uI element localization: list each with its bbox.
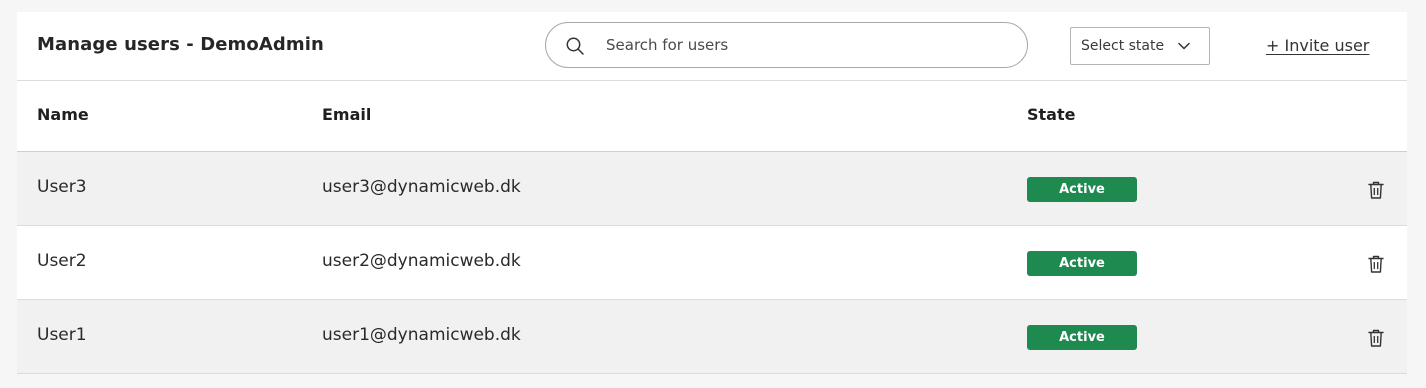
panel-header: Manage users - DemoAdmin Select state + …: [17, 12, 1407, 81]
state-select[interactable]: Select state: [1070, 27, 1210, 65]
user-name: User3: [37, 177, 87, 197]
status-badge: Active: [1027, 177, 1137, 202]
column-header-name: Name: [37, 105, 89, 124]
user-email: user1@dynamicweb.dk: [322, 325, 521, 345]
trash-icon[interactable]: [1367, 254, 1385, 274]
table-row[interactable]: User1 user1@dynamicweb.dk Active: [17, 300, 1407, 374]
trash-icon[interactable]: [1367, 328, 1385, 348]
table-row[interactable]: User2 user2@dynamicweb.dk Active: [17, 226, 1407, 300]
table-header: Name Email State: [17, 81, 1407, 152]
column-header-email: Email: [322, 105, 372, 124]
search-box[interactable]: [545, 22, 1028, 68]
status-badge: Active: [1027, 251, 1137, 276]
trash-icon[interactable]: [1367, 180, 1385, 200]
column-header-state: State: [1027, 105, 1076, 124]
chevron-down-icon: [1178, 42, 1190, 50]
table-row[interactable]: User3 user3@dynamicweb.dk Active: [17, 152, 1407, 226]
user-name: User1: [37, 325, 87, 345]
page-title: Manage users - DemoAdmin: [37, 34, 324, 55]
user-name: User2: [37, 251, 87, 271]
manage-users-panel: Manage users - DemoAdmin Select state + …: [17, 12, 1407, 374]
search-icon: [566, 37, 584, 55]
user-email: user3@dynamicweb.dk: [322, 177, 521, 197]
user-email: user2@dynamicweb.dk: [322, 251, 521, 271]
state-select-label: Select state: [1081, 38, 1165, 54]
search-input[interactable]: [606, 23, 1006, 67]
status-badge: Active: [1027, 325, 1137, 350]
invite-user-link[interactable]: + Invite user: [1266, 36, 1369, 55]
